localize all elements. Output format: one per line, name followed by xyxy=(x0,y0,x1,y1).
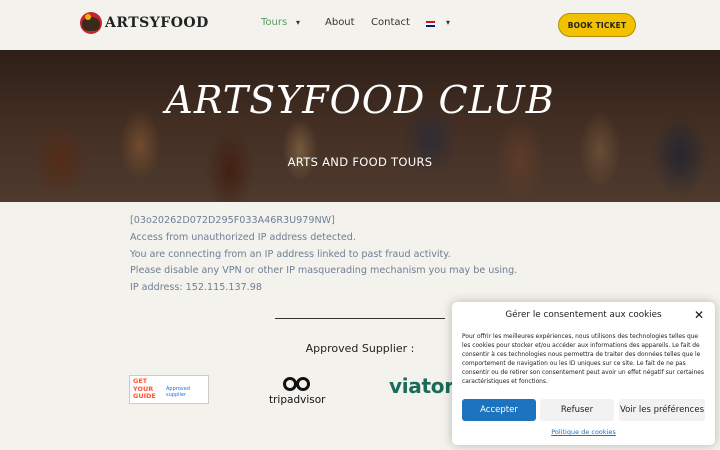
site-logo[interactable]: ARTSYFOOD xyxy=(80,12,209,34)
chevron-down-icon[interactable]: ▾ xyxy=(296,18,300,27)
divider xyxy=(275,318,445,319)
cookie-policy-link[interactable]: Politique de cookies xyxy=(452,428,715,436)
logo-text: ARTSYFOOD xyxy=(105,15,209,31)
approved-supplier-badge: Approved supplier xyxy=(166,386,190,398)
book-ticket-button[interactable]: BOOK TICKET xyxy=(558,13,636,37)
getyourguide-logo[interactable]: GET YOUR GUIDE Approved supplier xyxy=(129,375,209,404)
tripadvisor-logo[interactable]: tripadvisor xyxy=(269,376,325,408)
hero-title: ARTSYFOOD CLUB xyxy=(165,78,555,122)
palette-logo-icon xyxy=(80,12,102,34)
site-header: ARTSYFOOD Tours ▾ About Contact ▾ BOOK T… xyxy=(0,0,720,50)
uk-flag-icon[interactable] xyxy=(426,21,435,27)
tripadvisor-text: tripadvisor xyxy=(269,394,326,406)
viator-logo[interactable]: viator xyxy=(389,374,454,398)
error-line: Please disable any VPN or other IP masqu… xyxy=(130,265,518,276)
consent-title: Gérer le consentement aux cookies xyxy=(505,310,662,320)
preferences-button[interactable]: Voir les préférences xyxy=(619,399,705,421)
refuse-button[interactable]: Refuser xyxy=(540,399,614,421)
error-line: Access from unauthorized IP address dete… xyxy=(130,232,356,243)
owl-eyes-icon xyxy=(283,376,311,392)
getyourguide-mark: GET YOUR GUIDE xyxy=(133,377,156,400)
cookie-consent-dialog: Gérer le consentement aux cookies ✕ Pour… xyxy=(452,302,715,445)
ip-address: IP address: 152.115.137.98 xyxy=(130,282,262,293)
accept-button[interactable]: Accepter xyxy=(462,399,536,421)
hero-banner: ARTSYFOOD CLUB ARTS AND FOOD TOURS xyxy=(0,50,720,202)
nav-about[interactable]: About xyxy=(325,17,355,28)
chevron-down-icon[interactable]: ▾ xyxy=(446,18,450,27)
error-code: [03o20262D072D295F033A46R3U979NW] xyxy=(130,215,335,226)
nav-tours[interactable]: Tours xyxy=(261,17,287,28)
consent-body: Pour offrir les meilleures expériences, … xyxy=(462,334,704,385)
error-line: You are connecting from an IP address li… xyxy=(130,249,451,260)
hero-subtitle: ARTS AND FOOD TOURS xyxy=(287,155,433,169)
close-icon[interactable]: ✕ xyxy=(694,308,704,322)
nav-contact[interactable]: Contact xyxy=(371,17,410,28)
